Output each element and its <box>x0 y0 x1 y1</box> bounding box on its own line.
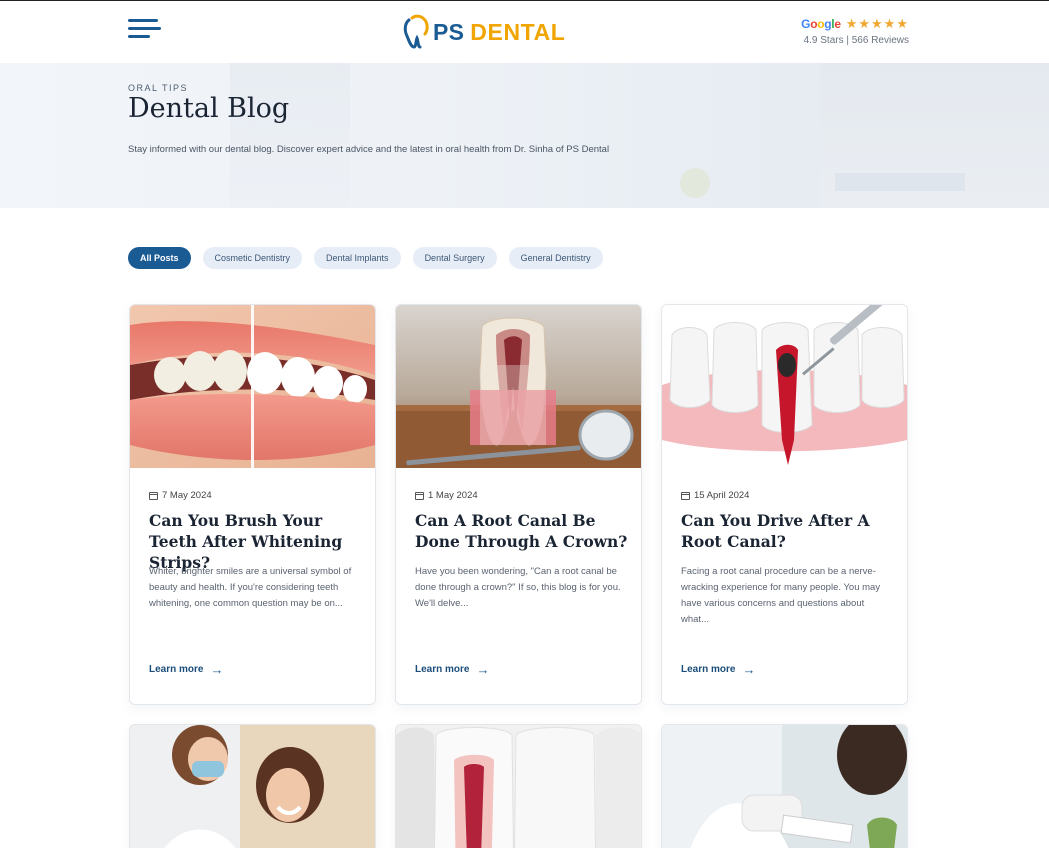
hero-eyebrow: ORAL TIPS <box>128 83 189 93</box>
post-excerpt: Whiter, brighter smiles are a universal … <box>149 566 352 609</box>
hero-background-shape <box>680 168 710 198</box>
blog-card[interactable] <box>395 724 642 848</box>
post-date: 7 May 2024 <box>149 490 212 501</box>
filter-cosmetic-dentistry[interactable]: Cosmetic Dentistry <box>202 247 303 269</box>
hero-background-shape <box>230 63 350 208</box>
post-title[interactable]: Can A Root Canal Be Done Through A Crown… <box>415 510 630 552</box>
arrow-right-icon: → <box>742 661 756 677</box>
post-image-teeth-whitening[interactable] <box>130 305 375 468</box>
blog-card[interactable] <box>129 724 376 848</box>
filter-dental-implants[interactable]: Dental Implants <box>314 247 401 269</box>
post-excerpt: Facing a root canal procedure can be a n… <box>681 566 881 625</box>
post-image-tooth-model[interactable] <box>396 305 641 468</box>
google-logo: Google <box>801 17 841 31</box>
learn-more-link[interactable]: Learn more → <box>149 661 224 677</box>
hero-background-shape <box>835 173 965 191</box>
filter-general-dentistry[interactable]: General Dentistry <box>508 247 603 269</box>
learn-more-link[interactable]: Learn more → <box>681 661 756 677</box>
post-image-tooth-cross-section[interactable] <box>396 725 641 848</box>
post-image-dentist-patient[interactable] <box>130 725 375 848</box>
blog-card[interactable]: 1 May 2024 Can A Root Canal Be Done Thro… <box>395 304 642 705</box>
tooth-logo-icon <box>403 14 429 49</box>
hero-description: Stay informed with our dental blog. Disc… <box>128 144 610 155</box>
logo-dental-text: DENTAL <box>470 18 566 45</box>
learn-more-link[interactable]: Learn more → <box>415 661 490 677</box>
arrow-right-icon: → <box>476 661 490 677</box>
post-title[interactable]: Can You Drive After A Root Canal? <box>681 510 896 552</box>
filter-dental-surgery[interactable]: Dental Surgery <box>412 247 497 269</box>
page-title: Dental Blog <box>128 93 290 124</box>
rating-text: 4.9 Stars | 566 Reviews <box>803 35 909 46</box>
post-excerpt: Have you been wondering, "Can a root can… <box>415 566 621 609</box>
calendar-icon <box>149 491 158 500</box>
hero-banner: ORAL TIPS Dental Blog Stay informed with… <box>0 63 1049 208</box>
google-rating[interactable]: Google ★★★★★ 4.9 Stars | 566 Reviews <box>791 16 909 47</box>
site-header: PS DENTAL Google ★★★★★ 4.9 Stars | 566 R… <box>0 1 1049 63</box>
blog-card[interactable]: 15 April 2024 Can You Drive After A Root… <box>661 304 908 705</box>
logo-ps-text: PS <box>433 18 465 45</box>
blog-card[interactable]: 7 May 2024 Can You Brush Your Teeth Afte… <box>129 304 376 705</box>
post-date: 15 April 2024 <box>681 490 749 501</box>
arrow-right-icon: → <box>210 661 224 677</box>
calendar-icon <box>415 491 424 500</box>
hamburger-menu-icon[interactable] <box>128 17 161 41</box>
post-image-dentist-consultation[interactable] <box>662 725 907 848</box>
site-logo[interactable]: PS DENTAL <box>403 14 565 50</box>
post-image-root-canal[interactable] <box>662 305 907 468</box>
filter-all-posts[interactable]: All Posts <box>128 247 191 269</box>
calendar-icon <box>681 491 690 500</box>
rating-stars-icon: ★★★★★ <box>845 16 909 32</box>
post-date: 1 May 2024 <box>415 490 478 501</box>
category-filters: All Posts Cosmetic Dentistry Dental Impl… <box>128 247 603 269</box>
blog-card[interactable] <box>661 724 908 848</box>
